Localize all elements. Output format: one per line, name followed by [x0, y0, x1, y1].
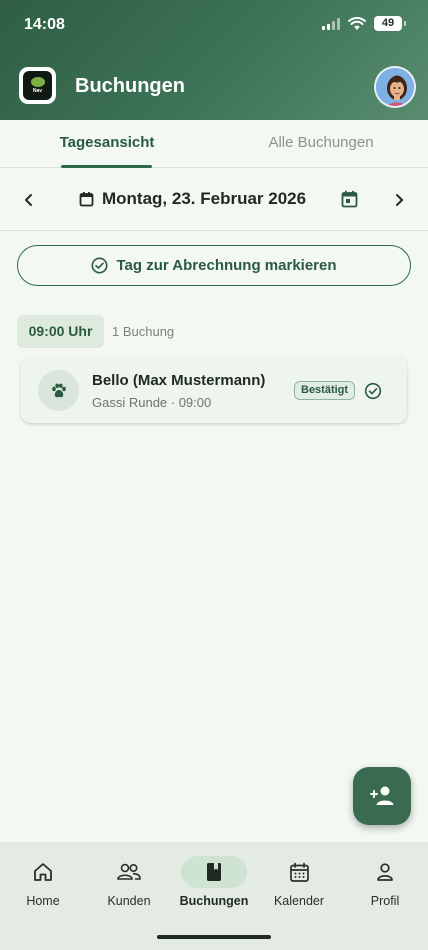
booking-subtitle: Gassi Runde · 09:00: [92, 395, 212, 410]
home-icon: [34, 863, 52, 881]
avatar-image: [376, 68, 414, 106]
person-icon: [377, 863, 393, 881]
nav-label-kalender: Kalender: [273, 894, 325, 908]
nav-item-kunden[interactable]: Kunden: [86, 856, 172, 916]
tab-alle-buchungen[interactable]: Alle Buchungen: [214, 120, 428, 168]
status-icons: 49: [322, 16, 406, 31]
nav-label-home: Home: [26, 894, 60, 908]
calendar-small-icon: [79, 192, 94, 207]
status-time: 14:08: [24, 16, 65, 33]
booking-avatar: [38, 370, 79, 411]
page-title: Buchungen: [75, 75, 185, 97]
nav-label-kunden: Kunden: [107, 894, 151, 908]
status-badge: Bestätigt: [294, 381, 356, 400]
calendar-today-icon: [341, 190, 357, 208]
check-circle-icon: [91, 257, 108, 274]
date-display: Montag, 23. Februar 2026: [79, 189, 306, 209]
people-icon: [117, 863, 141, 880]
nav-label-buchungen: Buchungen: [179, 894, 249, 908]
mark-day-button[interactable]: Tag zur Abrechnung markieren: [17, 245, 411, 286]
add-customer-button[interactable]: [353, 767, 411, 825]
nav-item-home[interactable]: Home: [0, 856, 86, 916]
confirm-check-icon[interactable]: [363, 381, 383, 401]
app-header: 14:08 49 Nav Buchungen: [0, 0, 428, 120]
status-bar: 14:08 49: [0, 0, 428, 50]
paw-icon: [51, 383, 66, 397]
signal-icon: [322, 17, 340, 30]
tab-indicator: [61, 165, 152, 168]
booking-card[interactable]: Bello (Max Mustermann) Gassi Runde · 09:…: [21, 357, 407, 423]
nav-label-profil: Profil: [370, 894, 400, 908]
person-add-icon: [370, 786, 394, 805]
current-date: Montag, 23. Februar 2026: [102, 189, 307, 208]
nav-item-profil[interactable]: Profil: [342, 856, 428, 916]
home-indicator[interactable]: [157, 935, 271, 939]
date-navigation: Montag, 23. Februar 2026: [0, 169, 428, 231]
time-group-chip: 09:00 Uhr: [17, 315, 104, 348]
nav-item-buchungen[interactable]: Buchungen: [171, 856, 257, 916]
chevron-left-icon: [25, 194, 32, 206]
app-logo-text: Nav: [32, 88, 43, 94]
mark-day-label: Tag zur Abrechnung markieren: [116, 257, 337, 274]
bottom-navigation: Home Kunden Buchungen Kalender Profil: [0, 842, 428, 950]
tab-tagesansicht[interactable]: Tagesansicht: [0, 120, 214, 168]
battery-icon: 49: [374, 16, 406, 31]
nav-item-kalender[interactable]: Kalender: [256, 856, 342, 916]
previous-day-button[interactable]: [16, 187, 42, 213]
wifi-icon: [348, 16, 366, 30]
booking-count: 1 Buchung: [112, 324, 175, 339]
chevron-right-icon: [396, 194, 403, 206]
book-icon: [207, 863, 221, 881]
app-logo: Nav: [19, 67, 56, 104]
tab-bar: Tagesansicht Alle Buchungen: [0, 120, 428, 168]
date-picker-button[interactable]: [336, 186, 362, 212]
avatar[interactable]: [374, 66, 416, 108]
next-day-button[interactable]: [386, 187, 412, 213]
calendar-icon: [289, 862, 309, 882]
booking-title: Bello (Max Mustermann): [92, 372, 266, 389]
